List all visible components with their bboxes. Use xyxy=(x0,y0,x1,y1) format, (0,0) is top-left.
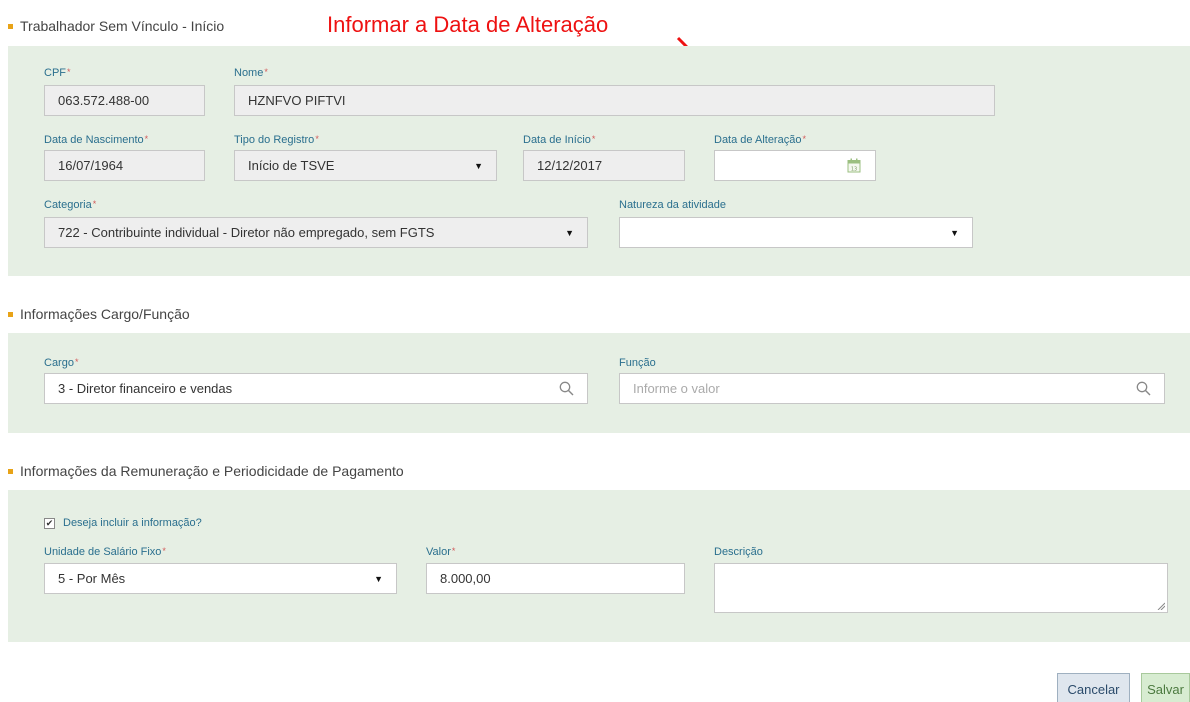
nome-label: Nome* xyxy=(234,67,268,79)
cancel-button[interactable]: Cancelar xyxy=(1057,673,1130,702)
categoria-select[interactable]: 722 - Contribuinte individual - Diretor … xyxy=(44,217,588,248)
incluir-checkbox[interactable]: ✔ xyxy=(44,517,55,529)
valor-label: Valor* xyxy=(426,546,456,558)
dropdown-arrow-icon: ▼ xyxy=(374,573,383,584)
dropdown-arrow-icon: ▼ xyxy=(474,160,483,171)
search-icon[interactable] xyxy=(1135,381,1151,397)
data-inicio-label: Data de Início* xyxy=(523,134,596,146)
funcao-search-input[interactable]: Informe o valor xyxy=(619,373,1165,404)
cargo-label: Cargo* xyxy=(44,357,79,369)
section-bullet xyxy=(8,311,13,317)
data-nascimento-field[interactable]: 16/07/1964 xyxy=(44,150,205,181)
natureza-label: Natureza da atividade xyxy=(619,199,727,211)
section-bullet xyxy=(8,23,13,29)
cpf-label: CPF* xyxy=(44,67,71,79)
descricao-label: Descrição xyxy=(714,546,763,558)
calendar-icon[interactable]: 13 xyxy=(846,158,862,174)
unidade-label: Unidade de Salário Fixo* xyxy=(44,546,166,558)
cargo-search-input[interactable]: 3 - Diretor financeiro e vendas xyxy=(44,373,588,404)
cpf-field[interactable]: 063.572.488-00 xyxy=(44,85,205,116)
incluir-checkbox-row[interactable]: ✔ Deseja incluir a informação? xyxy=(44,517,202,529)
unidade-select[interactable]: 5 - Por Mês ▼ xyxy=(44,563,397,594)
dropdown-arrow-icon: ▼ xyxy=(565,227,574,238)
section-bullet xyxy=(8,468,13,474)
annotation-text: Informar a Data de Alteração xyxy=(327,12,609,37)
save-button[interactable]: Salvar xyxy=(1141,673,1190,702)
incluir-checkbox-label: Deseja incluir a informação? xyxy=(63,517,202,529)
funcao-label: Função xyxy=(619,357,656,369)
nome-field[interactable]: HZNFVO PIFTVI xyxy=(234,85,995,116)
data-alteracao-field[interactable]: 13 xyxy=(714,150,876,181)
tipo-registro-select[interactable]: Início de TSVE ▼ xyxy=(234,150,497,181)
natureza-select[interactable]: ▼ xyxy=(619,217,973,248)
section-title-worker: Trabalhador Sem Vínculo - Início xyxy=(8,18,224,34)
data-nascimento-label: Data de Nascimento* xyxy=(44,134,149,146)
valor-field[interactable]: 8.000,00 xyxy=(426,563,685,594)
data-inicio-field[interactable]: 12/12/2017 xyxy=(523,150,685,181)
panel-cargo: Cargo* 3 - Diretor financeiro e vendas F… xyxy=(8,333,1190,433)
panel-remuneracao: ✔ Deseja incluir a informação? Unidade d… xyxy=(8,490,1190,642)
section-title-cargo: Informações Cargo/Função xyxy=(8,306,190,322)
resize-handle-icon[interactable] xyxy=(1157,602,1165,610)
data-alteracao-label: Data de Alteração* xyxy=(714,134,806,146)
svg-text:13: 13 xyxy=(851,167,857,173)
search-icon[interactable] xyxy=(558,381,574,397)
panel-worker: CPF* 063.572.488-00 Nome* HZNFVO PIFTVI … xyxy=(8,46,1190,276)
tipo-registro-label: Tipo do Registro* xyxy=(234,134,319,146)
dropdown-arrow-icon: ▼ xyxy=(950,227,959,238)
categoria-label: Categoria* xyxy=(44,199,97,211)
section-title-remuneracao: Informações da Remuneração e Periodicida… xyxy=(8,463,404,479)
descricao-textarea[interactable] xyxy=(714,563,1168,613)
